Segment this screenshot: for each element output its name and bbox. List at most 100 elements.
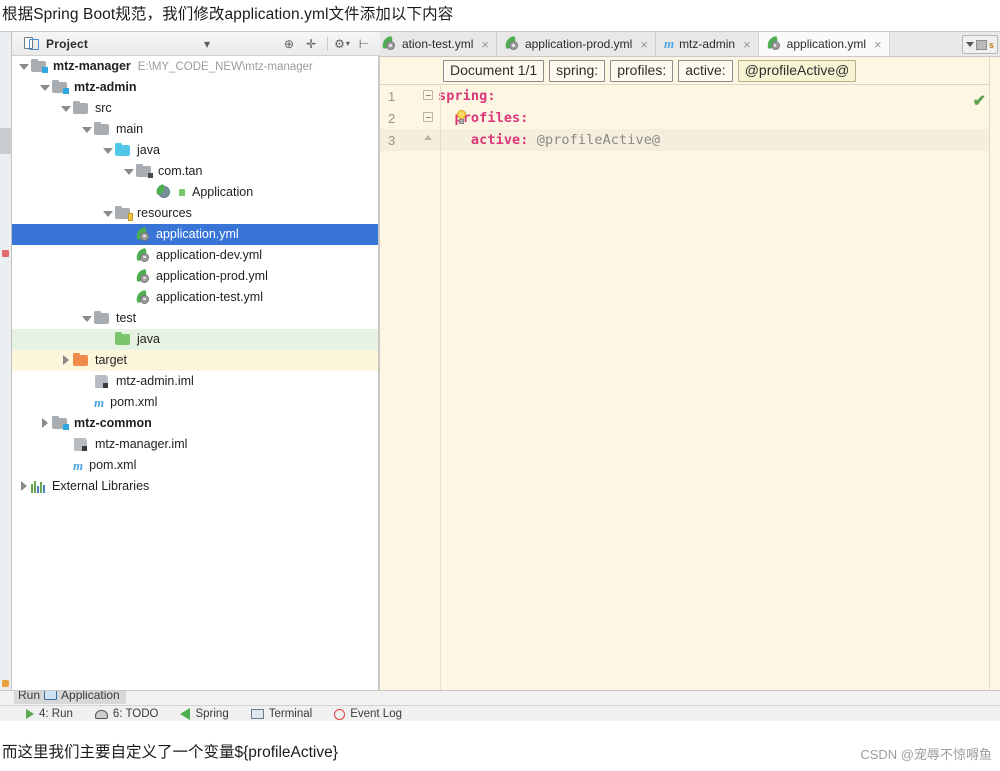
collapse-all-icon[interactable]: ✛ (301, 34, 321, 54)
code-line[interactable]: 3 active: @profileActive@ (380, 129, 1000, 151)
close-icon[interactable]: × (481, 37, 489, 52)
code-line[interactable]: 2 profiles: (380, 107, 1000, 129)
tool-strip-active-item[interactable] (0, 128, 12, 154)
tree-row[interactable]: application.yml (12, 224, 379, 245)
fold-gutter[interactable] (418, 107, 438, 129)
tab-application-yml[interactable]: application.yml × (758, 32, 890, 56)
tree-row[interactable]: application-prod.yml (12, 266, 379, 287)
chevron-down-icon[interactable] (123, 166, 134, 177)
chevron-down-icon[interactable]: ▾ (197, 34, 217, 54)
target-icon[interactable]: ⊕ (279, 34, 299, 54)
tree-row[interactable]: m pom.xml (12, 392, 379, 413)
close-icon[interactable]: × (743, 37, 751, 52)
tree-row[interactable]: mtz-manager E:\MY_CODE_NEW\mtz-manager (12, 56, 379, 77)
tab-application-prod-yml[interactable]: application-prod.yml × (496, 32, 656, 56)
article-caption-top: 根据Spring Boot规范，我们修改application.yml文件添加以… (2, 6, 454, 23)
split-icon (975, 39, 987, 50)
chevron-right-icon[interactable] (60, 355, 71, 366)
tree-row[interactable]: target (12, 350, 379, 371)
tab-mtz-admin[interactable]: m mtz-admin × (655, 32, 759, 56)
chevron-down-icon[interactable] (81, 313, 92, 324)
tree-row[interactable]: resources (12, 203, 379, 224)
gear-icon[interactable]: ⚙ ▾ (332, 34, 352, 54)
close-icon[interactable]: × (874, 37, 882, 52)
chevron-right-icon[interactable] (39, 418, 50, 429)
tab-label: application-prod.yml (524, 37, 633, 51)
tree-row[interactable]: mtz-common (12, 413, 379, 434)
fold-marker-icon[interactable] (423, 112, 433, 122)
line-number: 1 (388, 88, 396, 104)
watermark: CSDN @宠辱不惊嘚鱼 (860, 747, 992, 762)
breadcrumb-item[interactable]: profiles: (610, 59, 674, 82)
tree-row[interactable]: com.tan (12, 161, 379, 182)
breadcrumb-item[interactable]: @profileActive@ (737, 59, 857, 82)
project-panel-header: Project ▾ ⊕ ✛ ⚙ ▾ ⊢ (12, 32, 380, 56)
tool-button-run[interactable]: 4: Run (26, 708, 73, 720)
fold-marker-icon[interactable] (423, 90, 433, 100)
chevron-down-icon[interactable] (102, 145, 113, 156)
tree-row[interactable]: mtz-admin (12, 77, 379, 98)
code-area[interactable]: ✔ 1 spring: 2 profiles: 3 active: @profileA… (380, 85, 1000, 721)
tree-row[interactable]: test (12, 308, 379, 329)
tool-button-event-log[interactable]: Event Log (334, 708, 402, 720)
tree-row-label: External Libraries (52, 479, 150, 493)
iml-file-icon (73, 437, 90, 452)
tool-strip-marker2-icon (2, 680, 9, 687)
tool-button-spring[interactable]: Spring (180, 708, 229, 720)
chevron-down-icon[interactable] (18, 61, 29, 72)
tool-button-label: 6: TODO (112, 708, 159, 720)
breadcrumb-item[interactable]: active: (678, 59, 733, 82)
tool-button-terminal[interactable]: Terminal (250, 708, 312, 720)
chevron-down-icon[interactable] (39, 82, 50, 93)
run-tool-window-tab[interactable]: Run Application (14, 691, 126, 704)
spring-boot-class-icon (155, 183, 174, 200)
project-tree[interactable]: mtz-manager E:\MY_CODE_NEW\mtz-manager mtz… (12, 56, 380, 721)
tree-row[interactable]: java (12, 329, 379, 350)
breadcrumb-item[interactable]: Document 1/1 (443, 59, 545, 82)
tree-row[interactable]: main (12, 119, 379, 140)
tree-row[interactable]: application-dev.yml (12, 245, 379, 266)
tool-window-buttons: 4: Run 6: TODO Spring Terminal Event Log (0, 705, 1000, 721)
tree-row[interactable]: src (12, 98, 379, 119)
fold-end-icon[interactable] (424, 135, 432, 140)
tab-overflow-button[interactable]: s (962, 35, 998, 54)
tool-strip-group-top[interactable] (0, 34, 12, 120)
maven-file-icon: m (94, 394, 105, 410)
tree-row[interactable]: java (12, 140, 379, 161)
tree-row[interactable]: mtz-manager.iml (12, 434, 379, 455)
tree-row[interactable]: application-test.yml (12, 287, 379, 308)
tool-strip-group-mid[interactable] (0, 160, 12, 248)
maven-file-icon: m (663, 36, 675, 51)
tool-strip-group-bottom[interactable] (0, 592, 12, 676)
tool-window-strip[interactable] (0, 32, 12, 721)
intention-bulb-icon[interactable] (456, 110, 467, 125)
tree-row[interactable]: Application (12, 182, 379, 203)
tree-row[interactable]: External Libraries (12, 476, 379, 497)
breadcrumb-item[interactable]: spring: (549, 59, 606, 82)
run-icon (26, 709, 34, 719)
chevron-right-icon[interactable] (18, 481, 29, 492)
tree-divider (378, 56, 379, 721)
chevron-down-icon[interactable] (102, 208, 113, 219)
hide-panel-icon[interactable]: ⊢ (354, 34, 374, 54)
code-line[interactable]: 1 spring: (380, 85, 1000, 107)
tree-row-label: resources (137, 206, 192, 220)
tab-application-test-yml[interactable]: ation-test.yml × (380, 32, 497, 56)
libraries-icon (31, 480, 46, 493)
fold-gutter[interactable] (418, 85, 438, 107)
tree-row[interactable]: mtz-admin.iml (12, 371, 379, 392)
chevron-down-icon[interactable] (81, 124, 92, 135)
fold-gutter[interactable] (418, 129, 438, 151)
close-icon[interactable]: × (640, 37, 648, 52)
tool-button-todo[interactable]: 6: TODO (94, 708, 159, 720)
maven-file-icon: m (73, 457, 84, 473)
yml-file-icon (134, 226, 151, 242)
tree-row[interactable]: m pom.xml (12, 455, 379, 476)
tool-button-label: Event Log (350, 708, 402, 720)
code-editor[interactable]: Document 1/1 spring: profiles: active: @prof… (380, 57, 1000, 721)
editor-scrollbar[interactable] (989, 57, 1000, 721)
chevron-down-icon[interactable] (60, 103, 71, 114)
